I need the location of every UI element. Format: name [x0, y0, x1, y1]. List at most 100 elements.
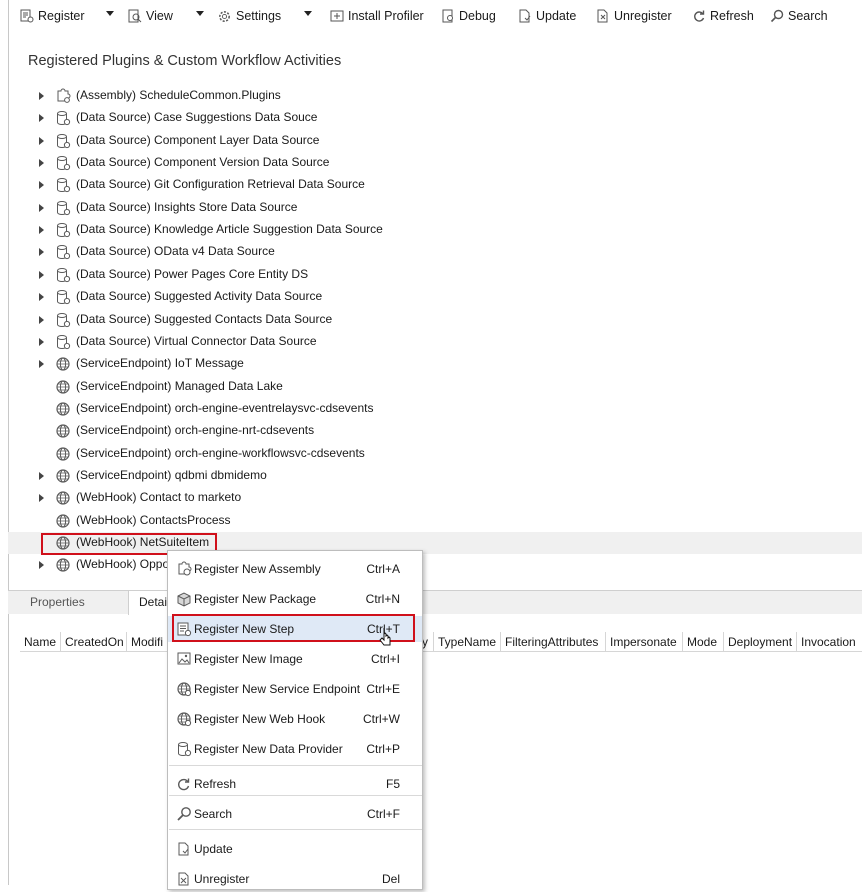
- tree-item[interactable]: (Data Source) Knowledge Article Suggesti…: [8, 219, 862, 241]
- expand-arrow-icon[interactable]: [39, 136, 44, 145]
- menu-item-label: Unregister: [194, 872, 250, 886]
- tree-item[interactable]: (Data Source) Suggested Contacts Data So…: [8, 309, 862, 331]
- context-menu-item[interactable]: Register New Image Ctrl+I: [168, 646, 422, 672]
- expand-arrow-icon[interactable]: [39, 315, 44, 324]
- expand-arrow-icon[interactable]: [39, 561, 44, 570]
- tree-item[interactable]: (Data Source) Virtual Connector Data Sou…: [8, 331, 862, 353]
- register-button[interactable]: Register: [20, 7, 85, 25]
- expand-arrow-icon[interactable]: [39, 92, 44, 100]
- menu-item-label: Update: [194, 842, 233, 856]
- tab-properties[interactable]: Properties: [30, 595, 85, 609]
- register-dropdown-arrow[interactable]: [106, 11, 114, 16]
- column-header-createdon[interactable]: CreatedOn: [61, 632, 127, 652]
- expand-arrow-icon[interactable]: [39, 159, 44, 168]
- expand-arrow-icon[interactable]: [39, 360, 44, 369]
- install-profiler-button[interactable]: Install Profiler: [330, 7, 424, 25]
- context-menu: Register New Assembly Ctrl+A Register New …: [167, 550, 423, 890]
- database-gear-icon: [57, 267, 71, 282]
- column-header-mode[interactable]: Mode: [683, 632, 724, 652]
- menu-separator: [169, 765, 422, 766]
- view-icon: [128, 9, 142, 23]
- database-gear-icon: [57, 290, 71, 305]
- view-dropdown-arrow[interactable]: [196, 11, 204, 16]
- menu-item-shortcut: Ctrl+N: [365, 592, 400, 606]
- menu-separator: [169, 795, 422, 796]
- column-header-invocation[interactable]: Invocation: [797, 632, 862, 652]
- globe-icon: [56, 379, 70, 394]
- settings-dropdown-arrow[interactable]: [304, 11, 312, 16]
- context-menu-item[interactable]: Register New Web Hook Ctrl+W: [168, 706, 422, 732]
- expand-arrow-icon[interactable]: [39, 203, 44, 212]
- context-menu-item[interactable]: Register New Assembly Ctrl+A: [168, 556, 422, 582]
- context-menu-item[interactable]: Register New Package Ctrl+N: [168, 586, 422, 612]
- context-menu-item[interactable]: Search Ctrl+F: [168, 801, 422, 827]
- view-button[interactable]: View: [128, 7, 173, 25]
- update-button[interactable]: Update: [518, 7, 576, 25]
- column-header-filteringattributes[interactable]: FilteringAttributes: [501, 632, 606, 652]
- expand-arrow-icon[interactable]: [39, 494, 44, 503]
- tree-item[interactable]: (ServiceEndpoint) Managed Data Lake: [8, 376, 862, 398]
- context-menu-item[interactable]: Unregister Del: [168, 866, 422, 892]
- menu-item-shortcut: Ctrl+F: [367, 807, 400, 821]
- expand-arrow-icon[interactable]: [39, 270, 44, 279]
- globe-icon: [56, 558, 70, 572]
- refresh-button[interactable]: Refresh: [692, 7, 754, 25]
- context-menu-item[interactable]: Refresh F5: [168, 771, 422, 797]
- tree-item[interactable]: (Data Source) Suggested Activity Data So…: [8, 286, 862, 308]
- globe-gear-icon: [177, 712, 192, 727]
- column-header-typename[interactable]: TypeName: [434, 632, 501, 652]
- install-profiler-icon: [330, 10, 344, 22]
- tree-item[interactable]: (ServiceEndpoint) orch-engine-workflowsv…: [8, 443, 862, 465]
- menu-item-label: Register New Package: [194, 592, 317, 606]
- tree-item[interactable]: (WebHook) Contact to marketo: [8, 487, 862, 509]
- context-menu-item[interactable]: Register New Data Provider Ctrl+P: [168, 736, 422, 762]
- tree-item[interactable]: (Data Source) Insights Store Data Source: [8, 197, 862, 219]
- context-menu-item[interactable]: Register New Service Endpoint Ctrl+E: [168, 676, 422, 702]
- settings-button[interactable]: Settings: [217, 7, 281, 25]
- tree-item[interactable]: (Data Source) Git Configuration Retrieva…: [8, 174, 862, 196]
- database-gear-icon: [57, 245, 71, 260]
- column-header-impersonate[interactable]: Impersonate: [606, 632, 683, 652]
- tree-item-label: (Data Source) Component Layer Data Sourc…: [76, 132, 320, 147]
- panel-title: Registered Plugins & Custom Workflow Act…: [28, 53, 342, 69]
- tree-item[interactable]: (Data Source) Component Version Data Sou…: [8, 152, 862, 174]
- tree-item[interactable]: (Data Source) OData v4 Data Source: [8, 241, 862, 263]
- tree-item[interactable]: (ServiceEndpoint) orch-engine-nrt-cdseve…: [8, 420, 862, 442]
- expand-arrow-icon[interactable]: [39, 181, 44, 190]
- tree-item[interactable]: (Assembly) ScheduleCommon.Plugins: [8, 85, 862, 107]
- expand-arrow-icon[interactable]: [39, 471, 44, 480]
- expand-arrow-icon[interactable]: [39, 337, 44, 346]
- tree-item[interactable]: (ServiceEndpoint) qdbmi dbmidemo: [8, 465, 862, 487]
- database-gear-icon: [178, 742, 192, 757]
- search-button[interactable]: Search: [770, 7, 828, 25]
- menu-item-shortcut: F5: [385, 777, 400, 791]
- tree-item[interactable]: (WebHook) ContactsProcess: [8, 510, 862, 532]
- register-icon: [20, 9, 34, 23]
- expand-arrow-icon[interactable]: [39, 226, 44, 235]
- unregister-button[interactable]: Unregister: [596, 7, 672, 25]
- tree-item[interactable]: (Data Source) Power Pages Core Entity DS: [8, 264, 862, 286]
- tree-item[interactable]: (ServiceEndpoint) IoT Message: [8, 353, 862, 375]
- tree-item[interactable]: (Data Source) Component Layer Data Sourc…: [8, 130, 862, 152]
- tree-item-label: (WebHook) Oppo: [76, 557, 170, 572]
- update-label: Update: [536, 9, 577, 23]
- tree-item-label: (WebHook) ContactsProcess: [76, 512, 231, 527]
- view-label: View: [146, 9, 173, 23]
- tree-item-label: (Assembly) ScheduleCommon.Plugins: [76, 88, 281, 102]
- tree-item-label: (ServiceEndpoint) Managed Data Lake: [76, 378, 283, 393]
- tree-item-label: (Data Source) Knowledge Article Suggesti…: [76, 222, 383, 237]
- expand-arrow-icon[interactable]: [39, 293, 44, 302]
- expand-arrow-icon[interactable]: [39, 248, 44, 257]
- column-header-deployment[interactable]: Deployment: [724, 632, 797, 652]
- update-icon: [519, 9, 531, 23]
- column-header-name[interactable]: Name: [20, 632, 61, 652]
- register-label: Register: [38, 9, 85, 23]
- menu-item-shortcut: Ctrl+I: [370, 652, 400, 666]
- debug-button[interactable]: Debug: [441, 7, 496, 25]
- tree-item[interactable]: (ServiceEndpoint) orch-engine-eventrelay…: [8, 398, 862, 420]
- context-menu-item[interactable]: Update: [168, 836, 422, 862]
- tree-item[interactable]: (Data Source) Case Suggestions Data Souc…: [8, 107, 862, 129]
- menu-item-label: Refresh: [194, 777, 237, 791]
- tree-item[interactable]: (WebHook) Oppo: [8, 554, 862, 576]
- expand-arrow-icon[interactable]: [39, 114, 44, 123]
